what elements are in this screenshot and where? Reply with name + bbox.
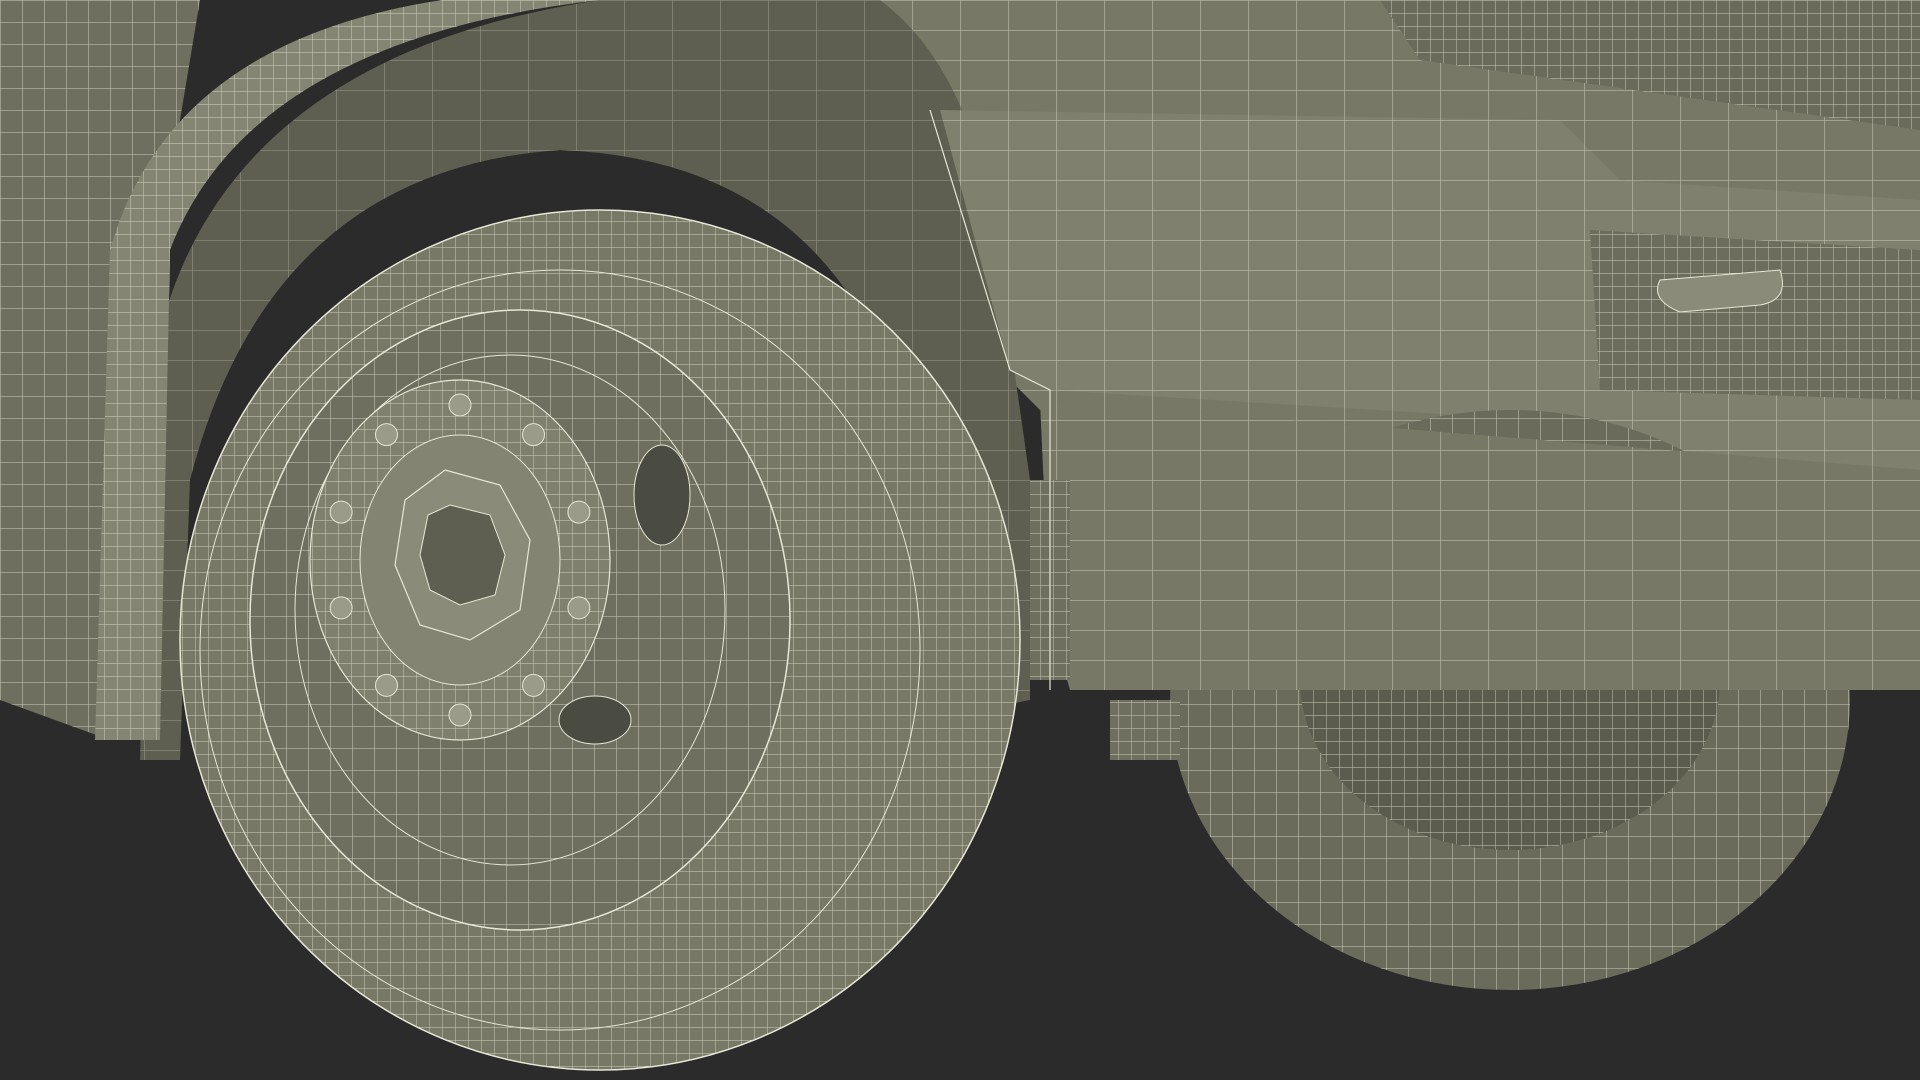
lug-nut xyxy=(522,423,545,447)
hub-hole xyxy=(633,444,691,546)
lug-nut xyxy=(567,596,591,620)
lug-nut xyxy=(329,500,353,524)
wheel-hub xyxy=(309,379,611,741)
lug-nut xyxy=(522,673,545,697)
lug-nut xyxy=(375,423,398,447)
lug-nut xyxy=(448,393,472,417)
lug-nut xyxy=(329,596,353,620)
hub-hole xyxy=(558,695,632,745)
lug-nut xyxy=(448,703,472,727)
lug-nut xyxy=(375,673,398,697)
truck-wireframe-render xyxy=(0,0,1920,1080)
lug-nut xyxy=(567,500,591,524)
